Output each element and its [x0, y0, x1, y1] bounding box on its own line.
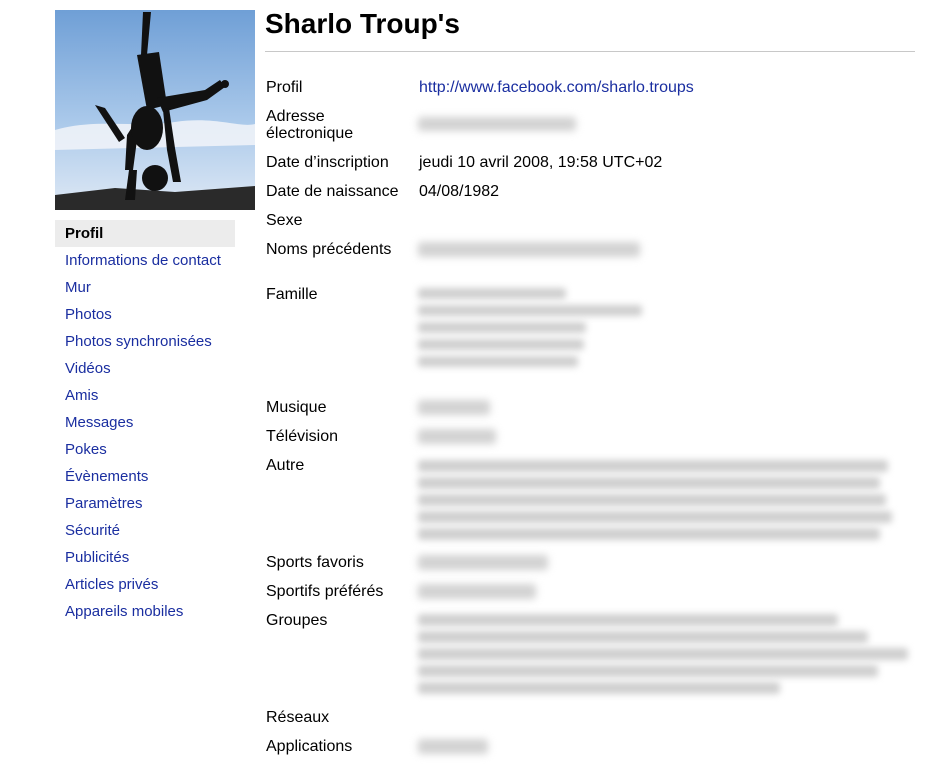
nav-item-messages[interactable]: Messages	[55, 409, 235, 436]
nav-item-photos[interactable]: Photos	[55, 301, 235, 328]
profile-photo-image	[55, 10, 255, 210]
autre-redacted-line	[418, 460, 888, 472]
applications-redacted	[418, 739, 488, 754]
nav-item-evenements[interactable]: Évènements	[55, 463, 235, 490]
field-label-sexe: Sexe	[266, 212, 303, 229]
page-title: Sharlo Troup's	[265, 8, 460, 39]
autre-redacted-line	[418, 477, 880, 489]
groupes-redacted-line	[418, 631, 868, 643]
famille-redacted-line	[418, 305, 642, 316]
field-label-sportifs: Sportifs préférés	[266, 583, 384, 600]
field-label-autre: Autre	[266, 457, 305, 474]
famille-redacted-line	[418, 288, 566, 299]
noms-redacted	[418, 242, 640, 257]
famille-redacted-line	[418, 356, 578, 367]
groupes-redacted-line	[418, 682, 780, 694]
nav-item-parametres[interactable]: Paramètres	[55, 490, 235, 517]
title-divider	[265, 51, 915, 52]
field-label-musique: Musique	[266, 399, 327, 416]
television-redacted	[418, 429, 496, 444]
nav-item-informations-de-contact[interactable]: Informations de contact	[55, 247, 235, 274]
profile-photo	[55, 10, 255, 210]
profile-nav: Profil Informations de contact Mur Photo…	[55, 220, 235, 625]
nav-item-photos-synchronisees[interactable]: Photos synchronisées	[55, 328, 235, 355]
nav-item-mur[interactable]: Mur	[55, 274, 235, 301]
field-label-profil: Profil	[266, 79, 303, 96]
sportifs-redacted	[418, 584, 536, 599]
field-label-applications: Applications	[266, 738, 353, 755]
nav-item-articles-prives[interactable]: Articles privés	[55, 571, 235, 598]
groupes-redacted-line	[418, 665, 878, 677]
autre-redacted-line	[418, 494, 886, 506]
nav-item-pokes[interactable]: Pokes	[55, 436, 235, 463]
nav-item-amis[interactable]: Amis	[55, 382, 235, 409]
autre-redacted-line	[418, 528, 880, 540]
groupes-redacted-line	[418, 648, 908, 660]
famille-redacted-line	[418, 339, 584, 350]
nav-item-appareils-mobiles[interactable]: Appareils mobiles	[55, 598, 235, 625]
field-label-email: Adresse électronique	[266, 108, 354, 142]
sports-redacted	[418, 555, 548, 570]
field-label-inscription: Date d’inscription	[266, 154, 389, 171]
field-value-naissance: 04/08/1982	[419, 183, 500, 200]
famille-redacted-line	[418, 322, 586, 333]
email-redacted	[418, 117, 576, 131]
field-value-inscription: jeudi 10 avril 2008, 19:58 UTC+02	[419, 154, 663, 171]
autre-redacted-line	[418, 511, 892, 523]
groupes-redacted-line	[418, 614, 838, 626]
field-label-groupes: Groupes	[266, 612, 328, 629]
field-label-television: Télévision	[266, 428, 339, 445]
nav-item-securite[interactable]: Sécurité	[55, 517, 235, 544]
nav-item-profil[interactable]: Profil	[55, 220, 235, 247]
field-value-profil: http://www.facebook.com/sharlo.troups	[419, 79, 694, 96]
profile-url-link[interactable]: http://www.facebook.com/sharlo.troups	[419, 79, 694, 96]
field-label-noms: Noms précédents	[266, 241, 392, 258]
nav-item-videos[interactable]: Vidéos	[55, 355, 235, 382]
nav-item-publicites[interactable]: Publicités	[55, 544, 235, 571]
musique-redacted	[418, 400, 490, 415]
field-label-reseaux: Réseaux	[266, 709, 330, 726]
field-label-famille: Famille	[266, 286, 318, 303]
field-label-sports: Sports favoris	[266, 554, 364, 571]
field-label-naissance: Date de naissance	[266, 183, 399, 200]
